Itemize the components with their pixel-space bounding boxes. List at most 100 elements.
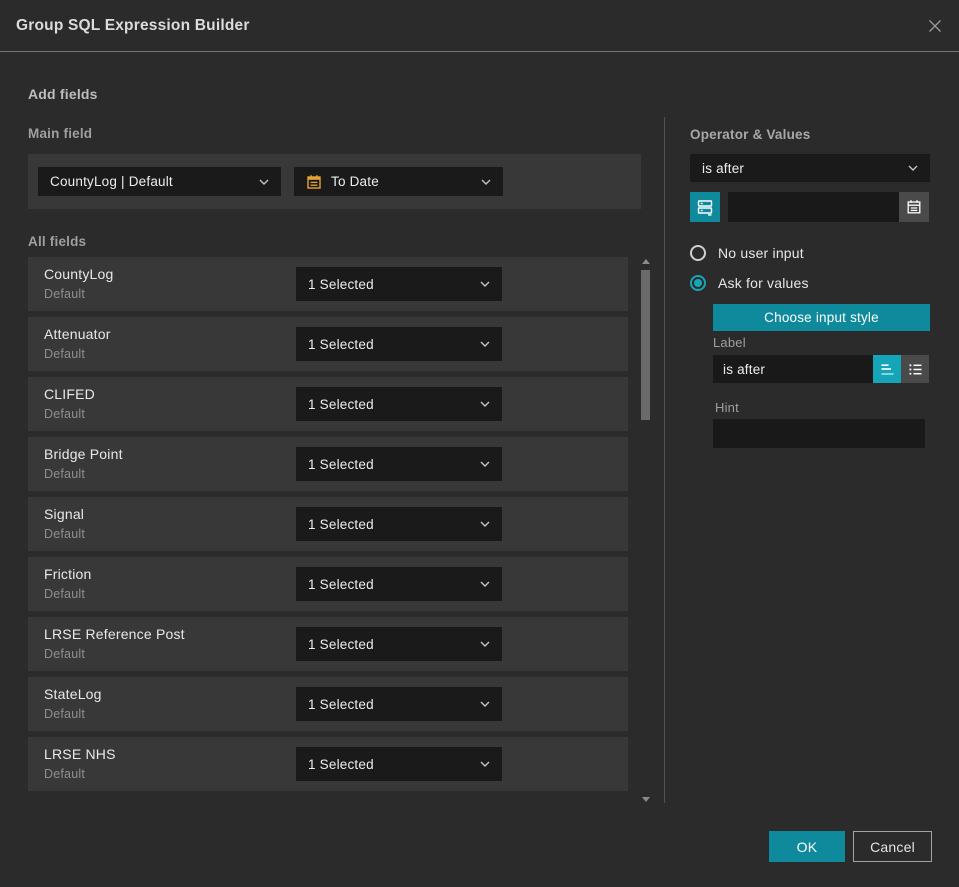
field-selected-dropdown[interactable]: 1 Selected (296, 567, 502, 601)
hint-field-label: Hint (715, 400, 739, 415)
chevron-down-icon (480, 701, 490, 707)
label-field-label: Label (713, 335, 746, 350)
chevron-down-icon (480, 401, 490, 407)
scroll-down-arrow-icon[interactable] (642, 797, 650, 802)
chevron-down-icon (480, 581, 490, 587)
value-source-button[interactable] (690, 192, 720, 222)
chevron-down-icon (481, 179, 491, 185)
field-name: StateLog (44, 686, 102, 702)
radio-ask-for-values[interactable]: Ask for values (690, 275, 809, 291)
field-selected-dropdown[interactable]: 1 Selected (296, 327, 502, 361)
main-field-panel: CountyLog | Default To Date (28, 154, 641, 209)
main-field-select-value: CountyLog | Default (50, 174, 173, 189)
chevron-down-icon (259, 179, 269, 185)
field-row: Signal Default 1 Selected (28, 497, 628, 551)
field-selected-value: 1 Selected (308, 396, 374, 412)
ok-button[interactable]: OK (769, 831, 845, 862)
field-name: Friction (44, 566, 92, 582)
field-row: CountyLog Default 1 Selected (28, 257, 628, 311)
field-name: LRSE Reference Post (44, 626, 185, 642)
dialog-header: Group SQL Expression Builder (0, 0, 959, 52)
field-selected-dropdown[interactable]: 1 Selected (296, 747, 502, 781)
cancel-button[interactable]: Cancel (853, 831, 932, 862)
field-subtitle: Default (44, 407, 86, 421)
chevron-down-icon (480, 341, 490, 347)
field-selected-dropdown[interactable]: 1 Selected (296, 507, 502, 541)
value-input[interactable] (728, 192, 899, 222)
field-selected-value: 1 Selected (308, 756, 374, 772)
field-selected-value: 1 Selected (308, 636, 374, 652)
scroll-up-arrow-icon[interactable] (642, 259, 650, 264)
field-selected-value: 1 Selected (308, 576, 374, 592)
text-lines-icon (880, 362, 895, 377)
close-button[interactable] (925, 16, 945, 36)
field-selected-dropdown[interactable]: 1 Selected (296, 627, 502, 661)
field-row: LRSE NHS Default 1 Selected (28, 737, 628, 791)
date-picker-button[interactable] (899, 192, 929, 222)
date-field-select-value: To Date (331, 174, 379, 189)
field-selected-dropdown[interactable]: 1 Selected (296, 687, 502, 721)
field-subtitle: Default (44, 527, 86, 541)
chevron-down-icon (480, 641, 490, 647)
field-selected-value: 1 Selected (308, 516, 374, 532)
input-style-list-button[interactable] (901, 355, 929, 383)
radio-ask-for-values-label: Ask for values (718, 275, 809, 291)
field-selected-dropdown[interactable]: 1 Selected (296, 387, 502, 421)
chevron-down-icon (480, 521, 490, 527)
scrollbar-thumb[interactable] (641, 270, 650, 420)
field-subtitle: Default (44, 767, 86, 781)
choose-input-style-button[interactable]: Choose input style (713, 304, 930, 331)
bullet-list-icon (908, 362, 923, 377)
field-name: Bridge Point (44, 446, 123, 462)
calendar-icon (906, 199, 922, 215)
field-selected-value: 1 Selected (308, 276, 374, 292)
radio-unselected-icon (690, 245, 706, 261)
field-subtitle: Default (44, 347, 86, 361)
operator-select-value: is after (702, 160, 745, 176)
dialog-title: Group SQL Expression Builder (16, 16, 250, 34)
field-selected-dropdown[interactable]: 1 Selected (296, 267, 502, 301)
all-fields-label: All fields (28, 234, 87, 249)
field-selected-value: 1 Selected (308, 696, 374, 712)
field-name: Attenuator (44, 326, 111, 342)
hint-input[interactable] (713, 419, 925, 448)
close-icon (927, 18, 943, 34)
main-field-label: Main field (28, 126, 93, 141)
chevron-down-icon (480, 761, 490, 767)
field-subtitle: Default (44, 647, 86, 661)
label-input[interactable] (713, 355, 873, 383)
input-style-text-button[interactable] (873, 355, 901, 383)
field-name: LRSE NHS (44, 746, 116, 762)
field-selected-value: 1 Selected (308, 336, 374, 352)
field-subtitle: Default (44, 287, 86, 301)
radio-no-user-input-label: No user input (718, 245, 804, 261)
field-name: Signal (44, 506, 85, 522)
calendar-icon (306, 174, 322, 190)
field-selected-dropdown[interactable]: 1 Selected (296, 447, 502, 481)
all-fields-list: CountyLog Default 1 Selected Attenuator … (28, 257, 628, 797)
field-row: StateLog Default 1 Selected (28, 677, 628, 731)
field-subtitle: Default (44, 467, 86, 481)
field-row: Attenuator Default 1 Selected (28, 317, 628, 371)
vertical-divider (664, 117, 665, 803)
date-field-select[interactable]: To Date (294, 167, 503, 196)
field-selected-value: 1 Selected (308, 456, 374, 472)
field-name: CLIFED (44, 386, 95, 402)
field-row: CLIFED Default 1 Selected (28, 377, 628, 431)
field-row: Bridge Point Default 1 Selected (28, 437, 628, 491)
field-row: Friction Default 1 Selected (28, 557, 628, 611)
operator-select[interactable]: is after (690, 154, 930, 182)
chevron-down-icon (480, 461, 490, 467)
field-name: CountyLog (44, 266, 114, 282)
add-fields-heading: Add fields (28, 86, 98, 102)
field-subtitle: Default (44, 587, 86, 601)
group-sql-expression-builder-dialog: Group SQL Expression Builder Add fields … (0, 0, 959, 887)
radio-no-user-input[interactable]: No user input (690, 245, 804, 261)
field-subtitle: Default (44, 707, 86, 721)
operator-values-heading: Operator & Values (690, 127, 811, 142)
main-field-select[interactable]: CountyLog | Default (38, 167, 281, 196)
chevron-down-icon (908, 165, 918, 171)
list-scrollbar[interactable] (639, 257, 653, 802)
value-stack-icon (696, 198, 714, 216)
chevron-down-icon (480, 281, 490, 287)
